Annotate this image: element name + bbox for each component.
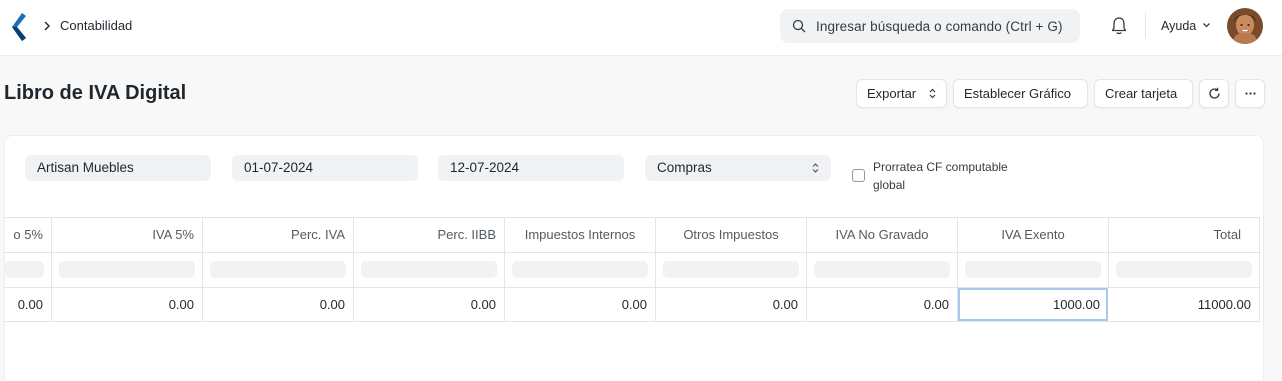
- set-chart-button[interactable]: Establecer Gráfico: [953, 79, 1088, 108]
- column-filter[interactable]: [203, 253, 354, 287]
- column-filter[interactable]: [354, 253, 505, 287]
- page-title: Libro de IVA Digital: [4, 82, 187, 104]
- bell-icon[interactable]: [1110, 16, 1128, 36]
- column-header[interactable]: Otros Impuestos: [656, 218, 807, 252]
- table-cell[interactable]: 0.00: [354, 288, 505, 321]
- search-input[interactable]: Ingresar búsqueda o comando (Ctrl + G): [780, 9, 1080, 43]
- table-cell[interactable]: 0.00: [5, 288, 52, 321]
- table-cell[interactable]: 0.00: [656, 288, 807, 321]
- column-header[interactable]: IVA Exento: [958, 218, 1109, 252]
- prorate-checkbox-label: Prorratea CF computable global: [873, 160, 1008, 192]
- column-header[interactable]: Total: [1109, 218, 1260, 252]
- column-filter[interactable]: [505, 253, 656, 287]
- select-caret-icon: [812, 163, 819, 173]
- table-cell[interactable]: 0.00: [505, 288, 656, 321]
- table-row: 0.00 0.00 0.00 0.00 0.00 0.00 0.00 1000.…: [5, 288, 1260, 322]
- search-placeholder: Ingresar búsqueda o comando (Ctrl + G): [816, 19, 1063, 34]
- column-header[interactable]: o 5%: [5, 218, 52, 252]
- navbar: Contabilidad Ingresar búsqueda o comando…: [0, 0, 1282, 56]
- column-header[interactable]: Impuestos Internos: [505, 218, 656, 252]
- table-filter-row: [5, 253, 1260, 288]
- company-field[interactable]: Artisan Muebles: [25, 155, 211, 181]
- column-header[interactable]: Perc. IIBB: [354, 218, 505, 252]
- column-header[interactable]: IVA 5%: [52, 218, 203, 252]
- column-filter[interactable]: [5, 253, 52, 287]
- column-filter[interactable]: [656, 253, 807, 287]
- report-card: Artisan Muebles 01-07-2024 12-07-2024 Co…: [4, 135, 1264, 381]
- to-date-field[interactable]: 12-07-2024: [438, 155, 624, 181]
- column-filter[interactable]: [1109, 253, 1260, 287]
- more-horizontal-icon: [1245, 92, 1256, 95]
- search-icon: [792, 19, 806, 33]
- table-header-row: o 5% IVA 5% Perc. IVA Perc. IIBB Impuest…: [5, 217, 1260, 253]
- refresh-icon: [1209, 87, 1220, 99]
- from-date-field[interactable]: 01-07-2024: [232, 155, 418, 181]
- help-menu[interactable]: Ayuda: [1161, 18, 1196, 34]
- export-button-label: Exportar: [867, 86, 917, 101]
- refresh-button[interactable]: [1199, 79, 1229, 108]
- table-cell[interactable]: 0.00: [52, 288, 203, 321]
- create-card-button[interactable]: Crear tarjeta: [1094, 79, 1193, 108]
- breadcrumb[interactable]: Contabilidad: [60, 17, 132, 34]
- type-select-value: Compras: [657, 160, 712, 175]
- column-filter[interactable]: [807, 253, 958, 287]
- export-button[interactable]: Exportar: [856, 79, 947, 108]
- table-cell[interactable]: 0.00: [203, 288, 354, 321]
- chevron-right-icon: [44, 21, 50, 31]
- more-options-button[interactable]: [1235, 79, 1265, 108]
- column-header[interactable]: IVA No Gravado: [807, 218, 958, 252]
- column-filter[interactable]: [958, 253, 1109, 287]
- table-cell[interactable]: 0.00: [807, 288, 958, 321]
- column-header[interactable]: Perc. IVA: [203, 218, 354, 252]
- chevron-down-icon[interactable]: [1202, 22, 1211, 29]
- column-filter[interactable]: [52, 253, 203, 287]
- app-logo-icon[interactable]: [10, 13, 26, 41]
- table-cell-focused[interactable]: 1000.00: [958, 288, 1108, 321]
- navbar-divider: [1145, 12, 1146, 38]
- table-cell[interactable]: 11000.00: [1109, 288, 1260, 321]
- prorate-checkbox[interactable]: [852, 169, 865, 182]
- type-select[interactable]: Compras: [645, 155, 831, 181]
- select-caret-icon: [929, 88, 936, 99]
- avatar[interactable]: [1227, 8, 1263, 44]
